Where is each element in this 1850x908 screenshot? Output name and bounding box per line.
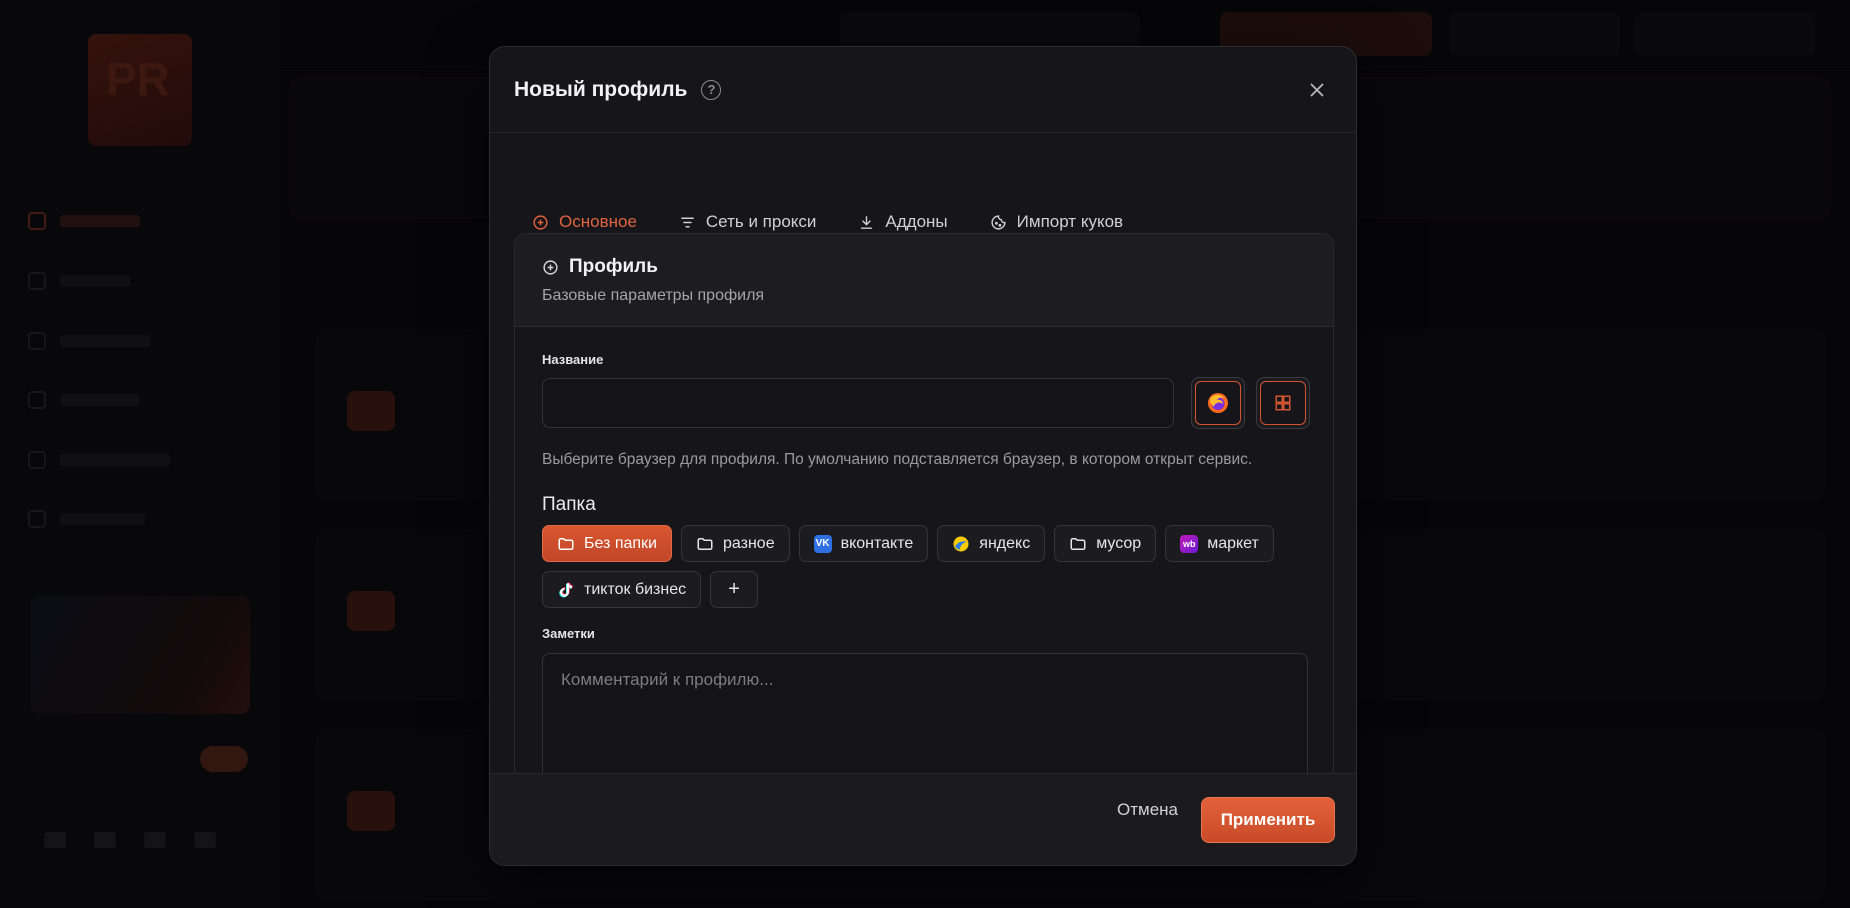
- cancel-button[interactable]: Отмена: [1117, 800, 1178, 820]
- folder-option-label: Без папки: [584, 534, 657, 552]
- folder-option-misc[interactable]: разное: [681, 525, 790, 562]
- tiktok-icon: [557, 581, 575, 599]
- windows-icon: [1275, 395, 1291, 411]
- folder-icon: [557, 535, 575, 553]
- folder-icon: [696, 535, 714, 553]
- folder-option-label: маркет: [1207, 534, 1259, 552]
- tab-label: Импорт куков: [1016, 212, 1124, 231]
- vk-icon: VK: [813, 534, 832, 553]
- browser-hint-text: Выберите браузер для профиля. По умолчан…: [542, 451, 1253, 468]
- folder-option-vk[interactable]: VK вконтакте: [798, 525, 929, 562]
- notes-textarea[interactable]: [542, 653, 1308, 793]
- folder-option-label: мусор: [1096, 534, 1142, 552]
- modal-title: Новый профиль: [514, 77, 688, 101]
- new-profile-modal: Новый профиль ? Основное Сеть и прокси А…: [489, 46, 1357, 866]
- folder-label: Папка: [542, 494, 596, 515]
- modal-header: Новый профиль ?: [490, 47, 1356, 133]
- wb-icon: wb: [1180, 534, 1199, 553]
- folder-option-tiktok-business[interactable]: тикток бизнес: [542, 571, 702, 608]
- firefox-icon: [1208, 393, 1228, 413]
- plus-icon: +: [728, 578, 740, 600]
- cookie-icon: [991, 214, 1006, 230]
- profile-section-card: Профиль Базовые параметры профиля Назван…: [514, 233, 1334, 833]
- windows-os-button[interactable]: [1256, 377, 1310, 429]
- section-title: Профиль: [569, 256, 658, 277]
- modal-footer: Отмена Применить: [490, 773, 1356, 865]
- plus-circle-icon: [543, 259, 558, 275]
- folder-option-label: яндекс: [979, 534, 1031, 552]
- add-folder-button[interactable]: +: [710, 571, 759, 608]
- notes-label: Заметки: [542, 626, 595, 641]
- tab-label: Аддоны: [885, 212, 948, 231]
- folder-option-label: вконтакте: [840, 534, 914, 552]
- folder-option-yandex[interactable]: яндекс: [937, 525, 1046, 562]
- download-icon: [861, 215, 873, 229]
- plus-circle-icon: [533, 214, 548, 230]
- close-icon[interactable]: [1306, 79, 1328, 101]
- firefox-browser-button[interactable]: [1191, 377, 1245, 429]
- filter-icon: [681, 217, 694, 227]
- folder-icon: [1069, 535, 1087, 553]
- folder-option-label: разное: [723, 534, 775, 552]
- yandex-icon: [952, 535, 970, 553]
- tab-label: Сеть и прокси: [705, 212, 817, 231]
- question-circle-icon[interactable]: ?: [701, 79, 722, 100]
- tab-label: Основное: [559, 212, 637, 231]
- folder-option-none[interactable]: Без папки: [542, 525, 672, 562]
- folder-option-label: тикток бизнес: [584, 580, 687, 598]
- section-subtitle: Базовые параметры профиля: [542, 287, 765, 304]
- section-title-row: Профиль: [542, 256, 1306, 278]
- name-label: Название: [542, 352, 604, 367]
- folder-option-trash[interactable]: мусор: [1054, 525, 1157, 562]
- folder-selector: Без папки разное VK вконтакте яндекс мус…: [542, 525, 1322, 608]
- section-header: Профиль Базовые параметры профиля: [515, 234, 1333, 327]
- apply-button[interactable]: Применить: [1201, 797, 1335, 843]
- folder-option-market[interactable]: wb маркет: [1165, 525, 1274, 562]
- profile-name-input[interactable]: [542, 378, 1174, 428]
